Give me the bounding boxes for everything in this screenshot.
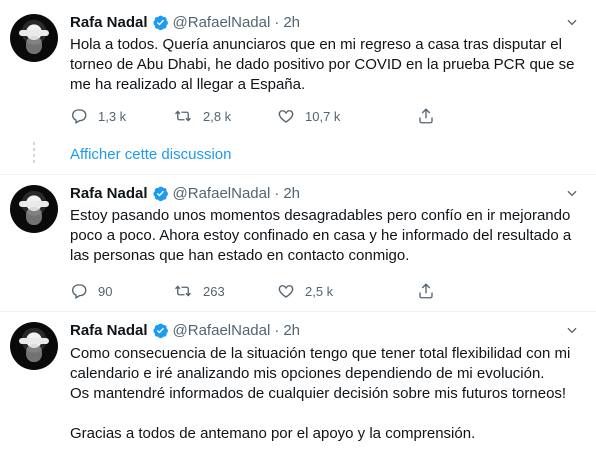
text-line: Gracias a todos de antemano por el apoyo…: [70, 425, 476, 442]
author-name[interactable]: Rafa Nadal: [70, 185, 148, 202]
retweet-count: 263: [203, 283, 225, 299]
text-line: Os mantendré informados de cualquier dec…: [70, 385, 567, 402]
text-line: calendario e iré analizando mis opciones…: [70, 365, 545, 382]
tweet-header: Rafa Nadal @RafaelNadal · 2h: [70, 320, 300, 340]
text-line: las personas que han estado en contacto …: [70, 247, 410, 264]
show-thread-link[interactable]: Afficher cette discussion: [70, 146, 231, 163]
retweet-icon: [175, 285, 191, 297]
tweet-header: Rafa Nadal @RafaelNadal · 2h: [70, 183, 300, 203]
divider: [0, 174, 596, 175]
timestamp[interactable]: 2h: [283, 185, 300, 202]
reply-count: 90: [98, 283, 113, 299]
reply-icon: [72, 109, 87, 124]
text-line: torneo de Abu Dhabi, he dado positivo po…: [70, 56, 575, 73]
text-line: Como consecuencia de la situación tengo …: [70, 345, 571, 362]
author-name[interactable]: Rafa Nadal: [70, 322, 148, 339]
avatar[interactable]: [10, 185, 58, 233]
share-icon: [419, 108, 433, 124]
tweet-actions: 90 263 2,5 k: [70, 281, 520, 301]
timestamp[interactable]: 2h: [283, 322, 300, 339]
text-line: [70, 404, 590, 424]
tweet-text: Como consecuencia de la situación tengo …: [70, 344, 590, 444]
tweet-actions: 1,3 k 2,8 k 10,7 k: [70, 106, 520, 126]
tweet-text: Estoy pasando unos momentos desagradable…: [70, 206, 590, 266]
reply-count: 1,3 k: [98, 108, 127, 124]
reply-button[interactable]: 1,3 k: [70, 106, 126, 126]
separator-dot: ·: [274, 321, 280, 339]
retweet-icon: [175, 110, 191, 122]
verified-badge-icon: [152, 185, 169, 202]
divider: [0, 311, 596, 312]
thread-connector: [33, 142, 35, 166]
author-handle[interactable]: @RafaelNadal: [173, 14, 271, 31]
tweet-header: Rafa Nadal @RafaelNadal · 2h: [70, 12, 300, 32]
like-icon: [278, 285, 294, 298]
like-icon: [278, 110, 294, 123]
text-line: poco a poco. Ahora estoy confinado en ca…: [70, 227, 572, 244]
reply-button[interactable]: 90: [70, 281, 112, 301]
text-line: me ha realizado al llegar a España.: [70, 76, 306, 93]
like-count: 2,5 k: [305, 283, 334, 299]
author-handle[interactable]: @RafaelNadal: [173, 322, 271, 339]
tweet-text: Hola a todos. Quería anunciaros que en m…: [70, 35, 590, 95]
timestamp[interactable]: 2h: [283, 14, 300, 31]
separator-dot: ·: [274, 13, 280, 31]
text-line: Estoy pasando unos momentos desagradable…: [70, 207, 571, 224]
retweet-button[interactable]: 2,8 k: [173, 106, 231, 126]
verified-badge-icon: [152, 14, 169, 31]
retweet-count: 2,8 k: [203, 108, 232, 124]
author-handle[interactable]: @RafaelNadal: [173, 185, 271, 202]
verified-badge-icon: [152, 322, 169, 339]
retweet-button[interactable]: 263: [173, 281, 225, 301]
share-icon: [419, 283, 433, 299]
more-caret-icon[interactable]: [564, 14, 580, 30]
avatar[interactable]: [10, 322, 58, 370]
reply-icon: [72, 284, 87, 299]
text-line: Hola a todos. Quería anunciaros que en m…: [70, 36, 562, 53]
like-count: 10,7 k: [305, 108, 341, 124]
share-button[interactable]: [417, 106, 445, 126]
like-button[interactable]: 10,7 k: [277, 106, 340, 126]
more-caret-icon[interactable]: [564, 322, 580, 338]
author-name[interactable]: Rafa Nadal: [70, 14, 148, 31]
share-button[interactable]: [417, 281, 445, 301]
separator-dot: ·: [274, 184, 280, 202]
like-button[interactable]: 2,5 k: [277, 281, 333, 301]
avatar[interactable]: [10, 14, 58, 62]
more-caret-icon[interactable]: [564, 185, 580, 201]
